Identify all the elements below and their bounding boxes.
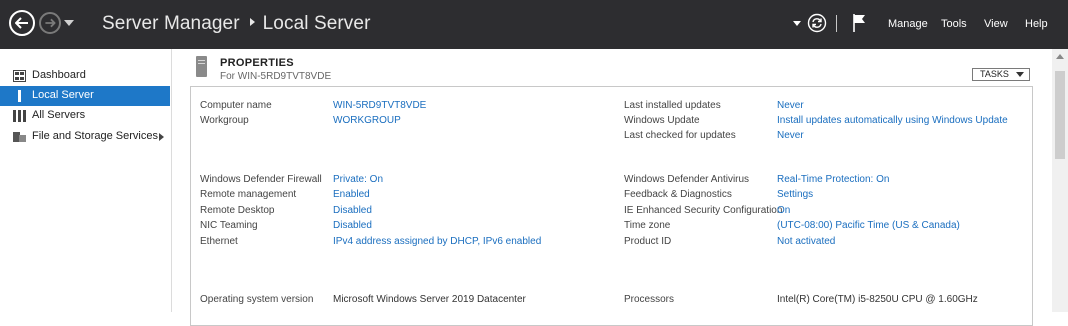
property-label: Processors	[624, 294, 675, 305]
property-value-link[interactable]: (UTC-08:00) Pacific Time (US & Canada)	[777, 220, 960, 231]
arrow-left-icon	[15, 17, 28, 29]
toolbar-divider	[836, 15, 837, 32]
property-label: Computer name	[200, 100, 272, 111]
dashboard-icon	[13, 70, 26, 82]
property-label: Ethernet	[200, 236, 238, 247]
property-label: Time zone	[624, 220, 671, 231]
sidebar-item-dashboard[interactable]: Dashboard	[0, 66, 170, 86]
property-label: Workgroup	[200, 115, 249, 126]
property-value-link[interactable]: Not activated	[777, 236, 835, 247]
scrollbar-thumb[interactable]	[1055, 71, 1065, 159]
sidebar-item-file-and-storage[interactable]: File and Storage Services	[0, 127, 170, 147]
property-label: Product ID	[624, 236, 672, 247]
property-value-link[interactable]: Never	[777, 130, 804, 141]
property-value-link[interactable]: Never	[777, 100, 804, 111]
sidebar: Dashboard Local Server All Servers File …	[0, 49, 172, 312]
property-value: Intel(R) Core(TM) i5-8250U CPU @ 1.60GHz	[777, 294, 978, 305]
tasks-button[interactable]: TASKS	[972, 68, 1030, 81]
scroll-up-arrow-icon[interactable]	[1056, 54, 1064, 59]
forward-button[interactable]	[39, 12, 61, 34]
breadcrumb-page: Local Server	[262, 13, 371, 34]
chevron-down-icon	[1016, 72, 1024, 77]
tasks-button-label: TASKS	[980, 69, 1009, 79]
sidebar-item-label: Dashboard	[32, 69, 86, 81]
refresh-icon[interactable]	[807, 13, 827, 33]
property-label: Windows Defender Antivirus	[624, 174, 750, 185]
vertical-scrollbar[interactable]	[1052, 49, 1068, 312]
section-subtitle: For WIN-5RD9TVT8VDE	[220, 71, 332, 82]
property-value-link[interactable]: Install updates automatically using Wind…	[777, 115, 1008, 126]
property-label: Windows Defender Firewall	[200, 174, 322, 185]
main-content: PROPERTIES For WIN-5RD9TVT8VDE TASKS Com…	[172, 49, 1052, 326]
back-button[interactable]	[9, 10, 35, 36]
expand-arrow-icon[interactable]	[159, 133, 164, 141]
property-value-link[interactable]: Real-Time Protection: On	[777, 174, 889, 185]
property-value-link[interactable]: Disabled	[333, 205, 372, 216]
title-bar: Server Manager Local Server Manage Tools …	[0, 0, 1068, 49]
property-label: Remote Desktop	[200, 205, 275, 216]
history-dropdown-icon[interactable]	[64, 20, 74, 26]
property-label: IE Enhanced Security Configuration	[624, 205, 783, 216]
menu-view[interactable]: View	[984, 18, 1008, 30]
property-value-link[interactable]: Private: On	[333, 174, 383, 185]
server-icon	[18, 90, 21, 102]
section-title: PROPERTIES	[220, 57, 294, 69]
servers-icon	[13, 110, 26, 122]
property-label: Windows Update	[624, 115, 700, 126]
server-icon	[196, 56, 207, 77]
breadcrumb-separator-icon	[249, 18, 255, 27]
property-value-link[interactable]: Settings	[777, 189, 813, 200]
storage-icon	[13, 132, 26, 142]
arrow-right-icon	[45, 18, 56, 28]
property-value-link[interactable]: WORKGROUP	[333, 115, 401, 126]
property-value-link[interactable]: On	[777, 205, 790, 216]
breadcrumb: Server Manager Local Server	[102, 13, 371, 35]
properties-panel: Computer name WIN-5RD9TVT8VDE Workgroup …	[190, 86, 1033, 326]
property-value-link[interactable]: Enabled	[333, 189, 370, 200]
sidebar-item-label: File and Storage Services	[32, 130, 158, 142]
property-label: Last installed updates	[624, 100, 721, 111]
property-label: Remote management	[200, 189, 297, 200]
menu-manage[interactable]: Manage	[888, 18, 928, 30]
property-value: Microsoft Windows Server 2019 Datacenter	[333, 294, 526, 305]
notifications-flag-icon[interactable]	[852, 13, 868, 33]
menu-tools[interactable]: Tools	[941, 18, 967, 30]
property-value-link[interactable]: IPv4 address assigned by DHCP, IPv6 enab…	[333, 236, 541, 247]
property-label: Last checked for updates	[624, 130, 736, 141]
property-value-link[interactable]: Disabled	[333, 220, 372, 231]
breadcrumb-app[interactable]: Server Manager	[102, 13, 240, 34]
refresh-dropdown-icon[interactable]	[793, 21, 801, 26]
property-label: Feedback & Diagnostics	[624, 189, 732, 200]
sidebar-item-local-server[interactable]: Local Server	[0, 86, 170, 106]
property-label: Operating system version	[200, 294, 314, 305]
property-label: NIC Teaming	[200, 220, 258, 231]
sidebar-item-label: All Servers	[32, 109, 86, 121]
sidebar-item-label: Local Server	[32, 89, 94, 101]
property-value-link[interactable]: WIN-5RD9TVT8VDE	[333, 100, 426, 111]
sidebar-item-all-servers[interactable]: All Servers	[0, 106, 170, 126]
menu-help[interactable]: Help	[1025, 18, 1048, 30]
